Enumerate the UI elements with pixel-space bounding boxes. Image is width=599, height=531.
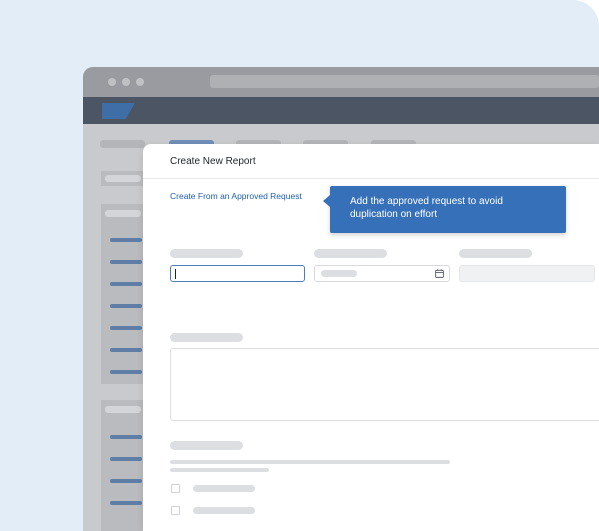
disabled-input (459, 265, 595, 282)
field-label-placeholder (170, 441, 243, 450)
sidebar-item[interactable] (110, 457, 142, 461)
date-value-placeholder (321, 270, 357, 277)
sidebar-heading (105, 210, 141, 217)
sidebar-item[interactable] (110, 238, 142, 242)
create-report-modal: Create New Report Create From an Approve… (143, 144, 599, 531)
sidebar-item[interactable] (110, 501, 142, 505)
sidebar-heading (105, 175, 141, 182)
window-control-dot[interactable] (136, 78, 144, 86)
sidebar-item[interactable] (110, 304, 142, 308)
text-input-focused[interactable] (170, 265, 305, 282)
text-line-placeholder (170, 468, 269, 472)
checkbox[interactable] (171, 484, 180, 493)
tooltip: Add the approved request to avoid duplic… (323, 186, 566, 233)
address-bar[interactable] (210, 75, 599, 88)
create-from-request-link[interactable]: Create From an Approved Request (170, 191, 302, 201)
field-label-placeholder (170, 249, 243, 258)
window-control-dot[interactable] (108, 78, 116, 86)
window-control-dot[interactable] (122, 78, 130, 86)
sidebar-item[interactable] (110, 260, 142, 264)
field-label-placeholder (459, 249, 532, 258)
browser-chrome (83, 67, 599, 97)
field-label-placeholder (170, 333, 243, 342)
description-textarea[interactable] (170, 348, 599, 421)
sidebar-item[interactable] (110, 326, 142, 330)
nav-tab[interactable] (100, 140, 145, 148)
modal-title: Create New Report (170, 156, 256, 167)
checkbox-label-placeholder (193, 485, 255, 492)
brand-logo[interactable] (102, 103, 135, 119)
checkbox[interactable] (171, 506, 180, 515)
text-caret (175, 269, 176, 279)
sidebar-section (101, 400, 143, 531)
sidebar-item[interactable] (110, 479, 142, 483)
checkbox-label-placeholder (193, 507, 255, 514)
sidebar-item[interactable] (110, 282, 142, 286)
sidebar-section (101, 204, 143, 384)
sidebar-item[interactable] (110, 348, 142, 352)
sidebar-heading (105, 406, 141, 413)
field-label-placeholder (314, 249, 387, 258)
app-header (83, 97, 599, 124)
text-line-placeholder (170, 460, 450, 464)
sidebar-item[interactable] (110, 370, 142, 374)
sidebar-item[interactable] (110, 435, 142, 439)
date-input[interactable] (314, 265, 450, 282)
calendar-icon[interactable] (435, 269, 444, 278)
tooltip-text: Add the approved request to avoid duplic… (350, 196, 503, 220)
modal-divider (143, 178, 599, 179)
